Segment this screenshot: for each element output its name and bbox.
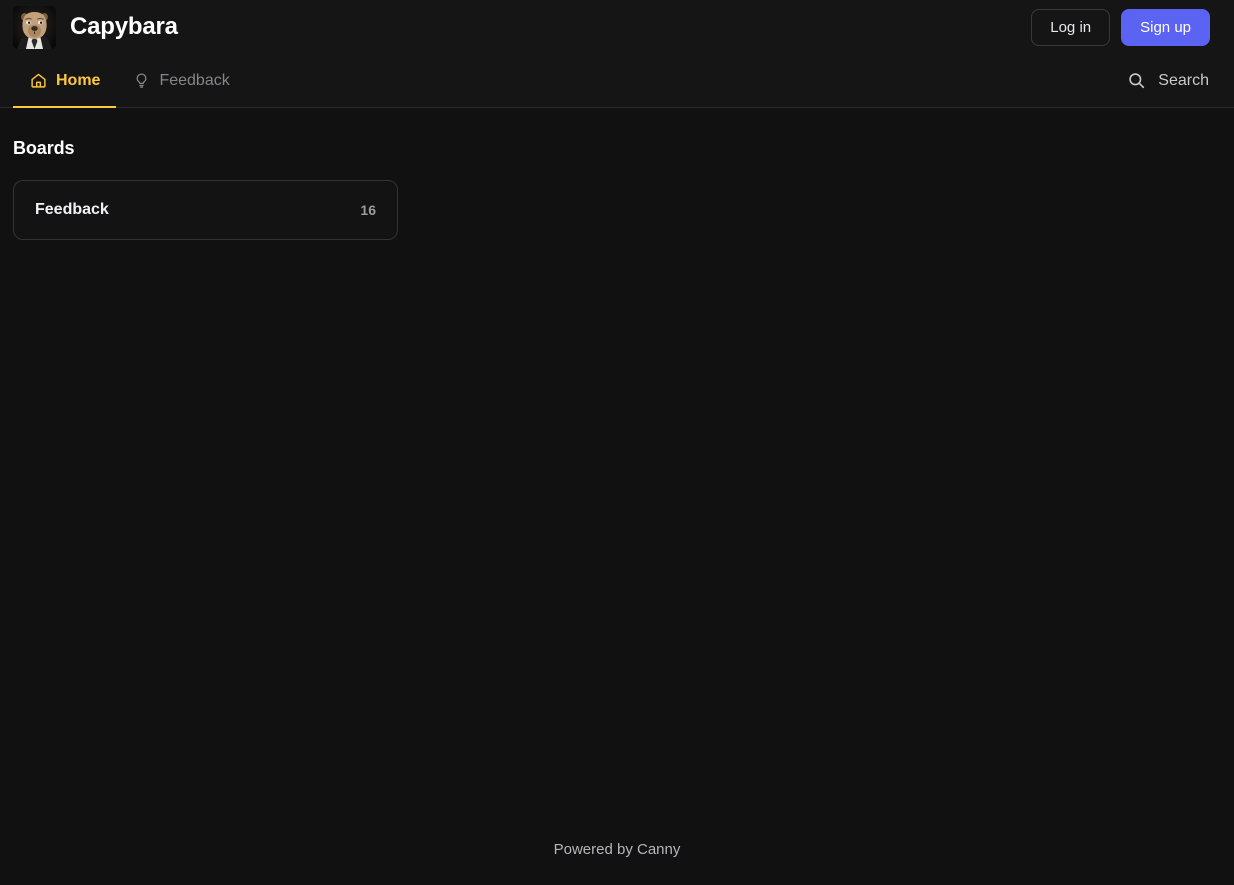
tab-home[interactable]: Home bbox=[13, 54, 117, 108]
search-icon bbox=[1126, 71, 1146, 91]
brand-name: Capybara bbox=[70, 13, 178, 40]
site-header: Capybara Log in Sign up bbox=[0, 0, 1234, 54]
board-list: Feedback 16 bbox=[13, 180, 1221, 240]
nav-tabs: Home Feedback bbox=[13, 54, 246, 108]
brand-link[interactable]: Capybara bbox=[13, 5, 178, 49]
signup-button[interactable]: Sign up bbox=[1121, 8, 1210, 46]
powered-by-link[interactable]: Powered by Canny bbox=[554, 841, 681, 858]
header-actions: Log in Sign up bbox=[1031, 8, 1210, 46]
tab-feedback-label: Feedback bbox=[159, 71, 230, 89]
page-title: Boards bbox=[13, 138, 75, 158]
home-icon bbox=[29, 72, 47, 90]
capybara-avatar-icon bbox=[13, 5, 56, 49]
main-content: Boards Feedback 16 bbox=[0, 108, 1234, 813]
site-footer: Powered by Canny bbox=[0, 813, 1234, 885]
tab-home-label: Home bbox=[56, 71, 101, 89]
board-card-feedback[interactable]: Feedback 16 bbox=[13, 180, 398, 240]
search-button[interactable]: Search bbox=[1126, 54, 1210, 107]
main-navigation: Home Feedback Search bbox=[0, 54, 1234, 108]
board-post-count: 16 bbox=[360, 202, 376, 218]
login-button[interactable]: Log in bbox=[1031, 8, 1111, 46]
lightbulb-icon bbox=[132, 72, 150, 90]
tab-feedback[interactable]: Feedback bbox=[116, 54, 245, 107]
search-label: Search bbox=[1158, 71, 1209, 89]
board-name: Feedback bbox=[35, 201, 109, 218]
